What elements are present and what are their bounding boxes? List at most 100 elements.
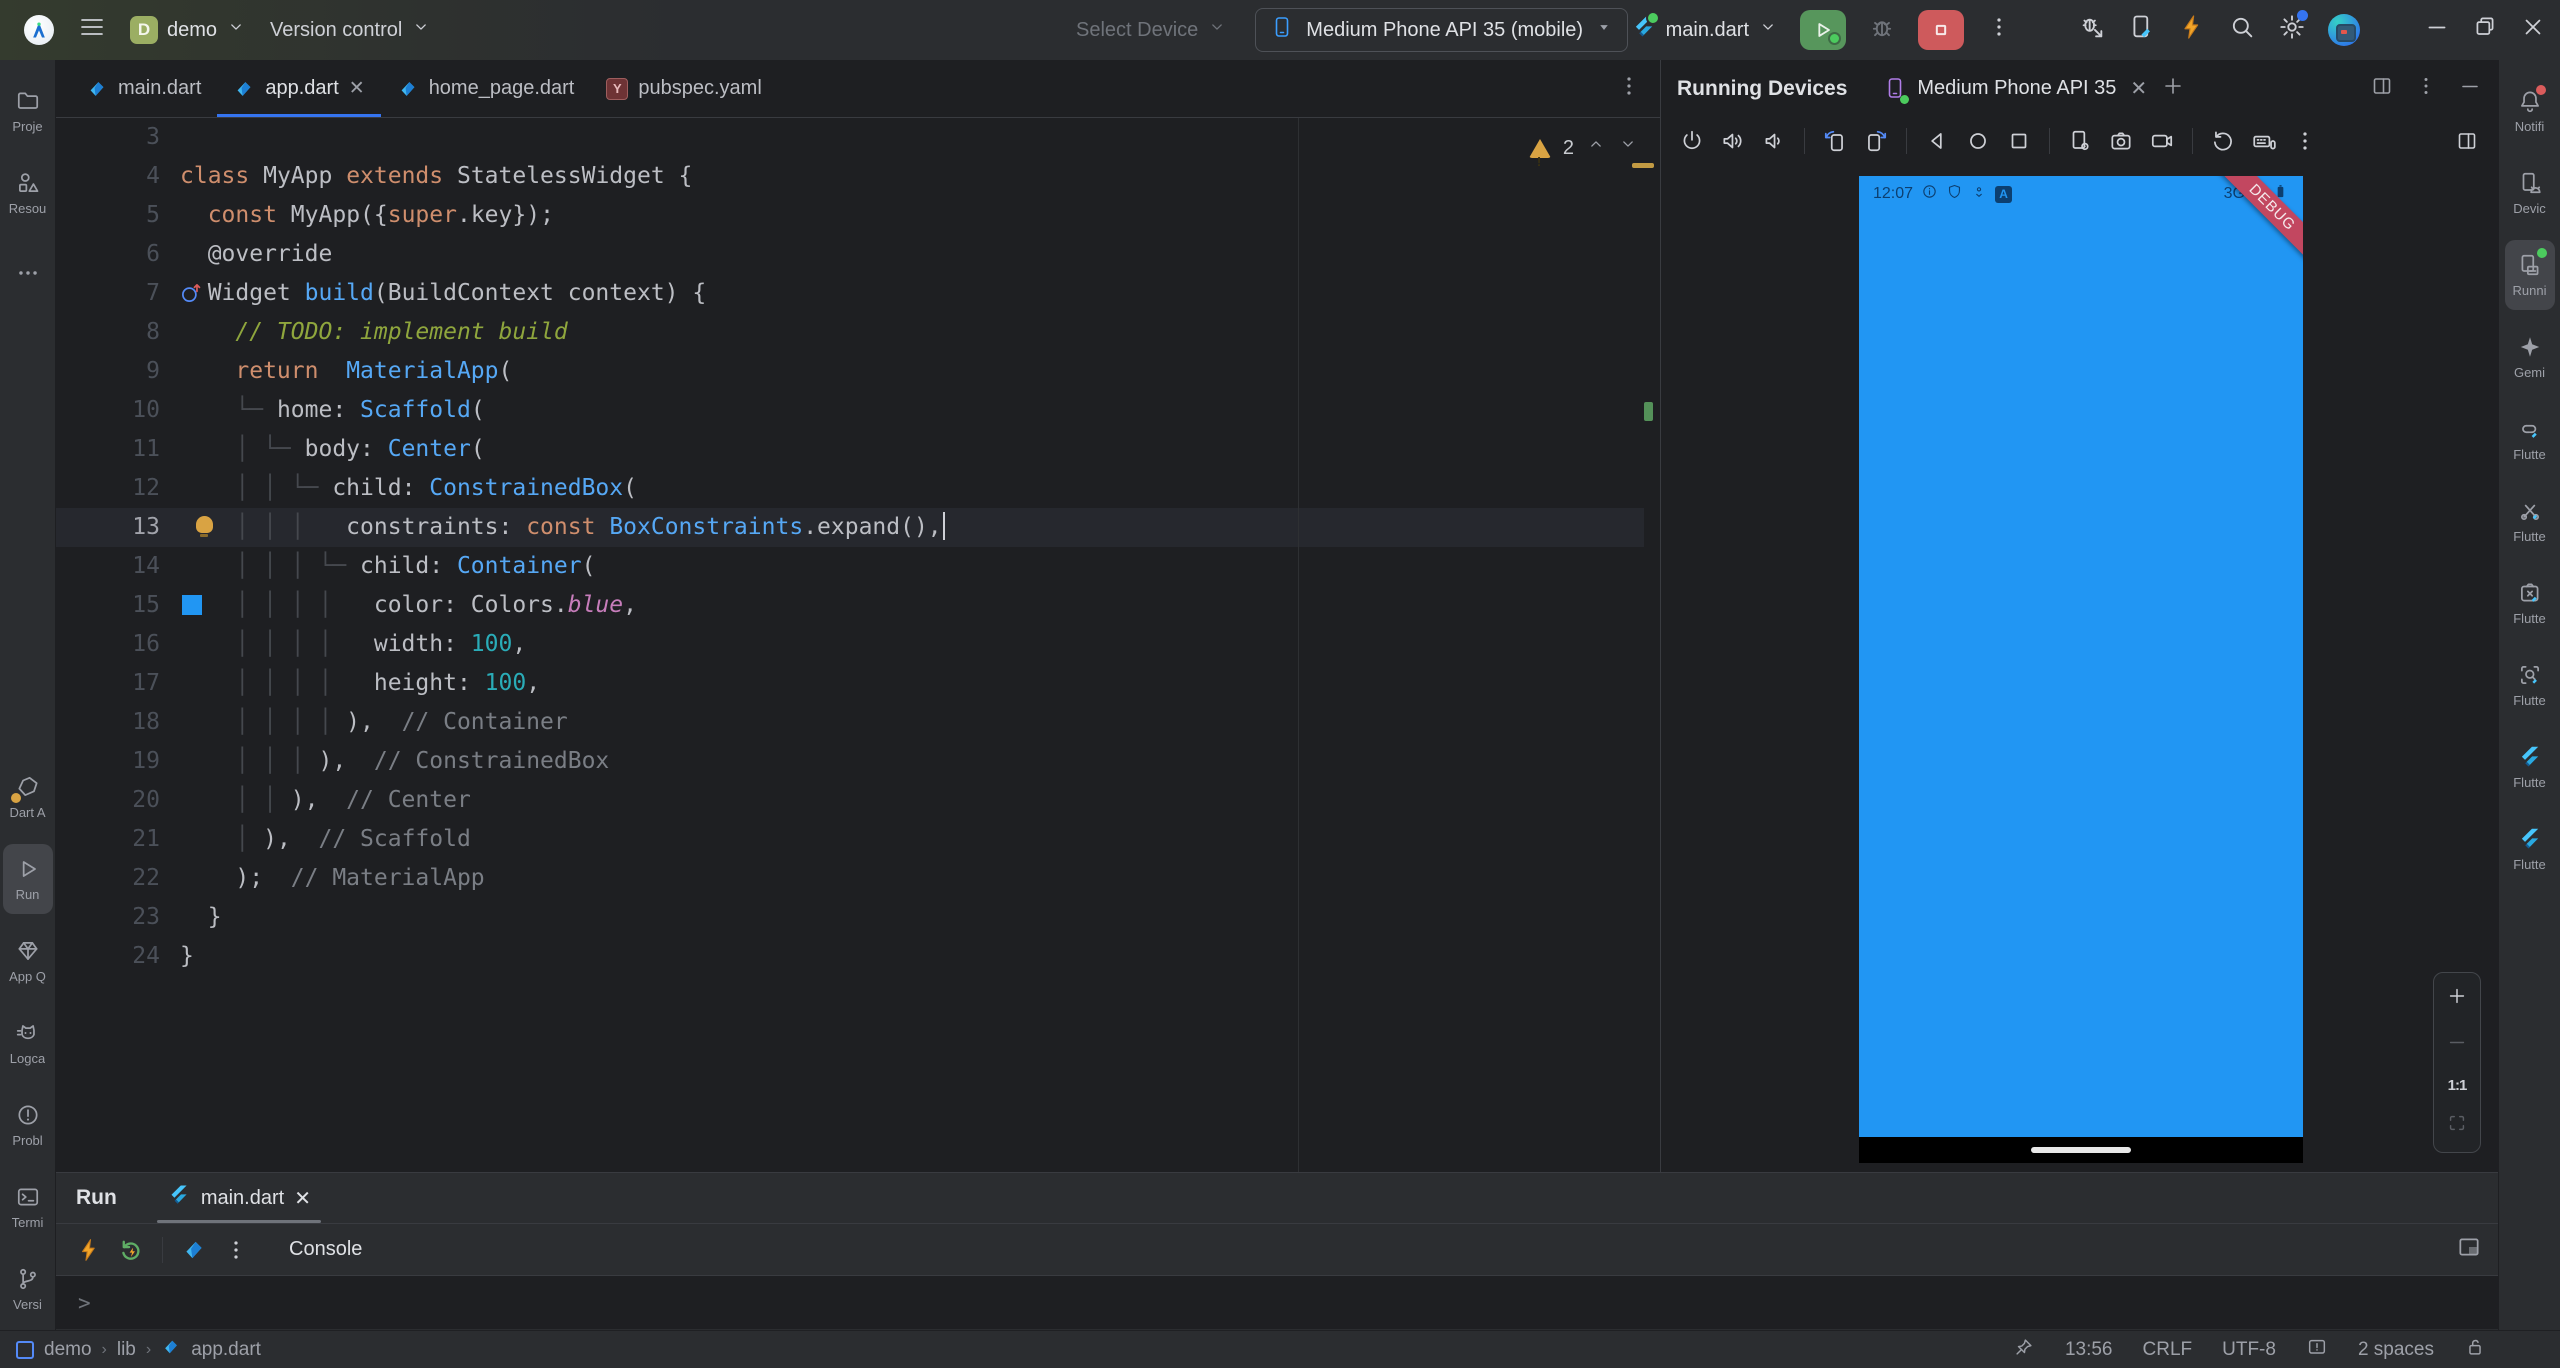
more-actions-button[interactable]: [1986, 14, 2012, 46]
editor-tab-app.dart[interactable]: app.dart✕: [217, 61, 380, 117]
restore-button[interactable]: [2472, 14, 2498, 46]
run-button[interactable]: [1800, 10, 1846, 50]
hardware-input-button[interactable]: [2247, 124, 2281, 158]
indent-setting[interactable]: 2 spaces: [2358, 1339, 2434, 1361]
flutter-attach-button[interactable]: [2128, 13, 2156, 47]
code-line-20[interactable]: 20 │ │ ), // Center: [56, 781, 1660, 820]
add-device-button[interactable]: [2161, 74, 2185, 104]
code-line-6[interactable]: 6 @override: [56, 235, 1660, 274]
code-line-22[interactable]: 22 ); // MaterialApp: [56, 859, 1660, 898]
tool-button-flutter-sidebar[interactable]: Flutte: [2505, 808, 2555, 890]
hot-restart-button[interactable]: [114, 1233, 148, 1267]
zoom-in-button[interactable]: [2446, 985, 2468, 1013]
overview-button[interactable]: [2002, 124, 2036, 158]
tool-button-flutter-packages[interactable]: Flutte: [2505, 562, 2555, 644]
close-icon[interactable]: ✕: [2130, 76, 2147, 101]
device-tab[interactable]: Medium Phone API 35 ✕: [1883, 76, 2147, 102]
code-line-8[interactable]: 8 // TODO: implement build: [56, 313, 1660, 352]
hot-reload-button[interactable]: [72, 1233, 106, 1267]
screen-record-button[interactable]: [2145, 124, 2179, 158]
main-menu-button[interactable]: [78, 13, 106, 47]
code-line-24[interactable]: 24}: [56, 937, 1660, 976]
run-tab[interactable]: main.dart ✕: [157, 1173, 321, 1223]
zoom-actual-button[interactable]: 1:1: [2448, 1077, 2467, 1094]
hide-panel-button[interactable]: [2458, 74, 2482, 104]
project-widget[interactable]: D demo: [130, 16, 246, 44]
gesture-pill[interactable]: [2031, 1147, 2131, 1153]
code-line-4[interactable]: 4class MyApp extends StatelessWidget {: [56, 157, 1660, 196]
dart-dev-tools-button[interactable]: [177, 1233, 211, 1267]
code-line-18[interactable]: 18 │ │ │ │ ), // Container: [56, 703, 1660, 742]
breadcrumb-dir[interactable]: lib: [117, 1339, 136, 1361]
home-circle-button[interactable]: [1961, 124, 1995, 158]
tool-button-app-quality[interactable]: App Q: [3, 920, 53, 1002]
flutter-app-screen[interactable]: 12:07 A 3G DEBUG: [1859, 176, 2303, 1137]
lock-icon[interactable]: [2464, 1336, 2486, 1364]
line-separator[interactable]: CRLF: [2143, 1339, 2193, 1361]
tool-button-gemini[interactable]: Gemi: [2505, 316, 2555, 398]
reset-button[interactable]: [2206, 124, 2240, 158]
select-device-widget[interactable]: Select Device: [1076, 17, 1227, 43]
stop-button[interactable]: [1918, 10, 1964, 50]
inspections-status-icon[interactable]: [2306, 1336, 2328, 1364]
tool-button-running-devices[interactable]: Runni: [2505, 240, 2555, 310]
avatar[interactable]: [2328, 14, 2360, 46]
code-line-15[interactable]: 15 │ │ │ │ color: Colors.blue,: [56, 586, 1660, 625]
tool-button-run[interactable]: Run: [3, 844, 53, 914]
editor-tab-main.dart[interactable]: main.dart: [70, 61, 217, 117]
layout-button[interactable]: [2370, 74, 2394, 104]
panel-options-button[interactable]: [2414, 74, 2438, 104]
file-encoding[interactable]: UTF-8: [2222, 1339, 2276, 1361]
tool-button-problems[interactable]: Probl: [3, 1084, 53, 1166]
more-v-button[interactable]: [2288, 124, 2322, 158]
zoom-fit-button[interactable]: [2446, 1112, 2468, 1140]
tool-button-device-manager[interactable]: Devic: [2505, 152, 2555, 234]
code-line-10[interactable]: 10 └─ home: Scaffold(: [56, 391, 1660, 430]
tool-button-dart-analysis[interactable]: Dart A: [3, 756, 53, 838]
console-output[interactable]: >: [56, 1276, 2498, 1329]
tool-button-flutter-performance[interactable]: Flutte: [2505, 480, 2555, 562]
code-line-17[interactable]: 17 │ │ │ │ height: 100,: [56, 664, 1660, 703]
zoom-out-button[interactable]: [2446, 1031, 2468, 1059]
debug-button[interactable]: [1868, 13, 1896, 47]
breadcrumb-project[interactable]: demo: [44, 1339, 92, 1361]
dock-panel-button[interactable]: [2456, 1234, 2482, 1266]
tool-button-flutter-deep-links[interactable]: Flutte: [2505, 398, 2555, 480]
rotate-left-button[interactable]: [1818, 124, 1852, 158]
tab-list-button[interactable]: [1616, 73, 1642, 105]
search-everywhere-button[interactable]: [2228, 13, 2256, 47]
close-icon[interactable]: ✕: [349, 79, 365, 98]
tool-button-project[interactable]: Proje: [3, 70, 53, 152]
editor-tab-pubspec.yaml[interactable]: Ypubspec.yaml: [590, 61, 777, 117]
code-line-23[interactable]: 23 }: [56, 898, 1660, 937]
device-selector[interactable]: Medium Phone API 35 (mobile): [1255, 8, 1628, 52]
code-line-13[interactable]: 13 │ │ │ constraints: const BoxConstrain…: [56, 508, 1644, 547]
device-frame-button[interactable]: [2450, 124, 2484, 158]
code-line-3[interactable]: 3: [56, 118, 1660, 157]
tool-button-flutter-outline[interactable]: Flutte: [2505, 726, 2555, 808]
close-icon[interactable]: ✕: [294, 1186, 311, 1211]
vcs-widget[interactable]: Version control: [270, 17, 431, 43]
code-line-19[interactable]: 19 │ │ │ ), // ConstrainedBox: [56, 742, 1660, 781]
code-line-12[interactable]: 12 │ │ └─ child: ConstrainedBox(: [56, 469, 1660, 508]
inspections-widget[interactable]: 2: [1529, 129, 1638, 168]
pin-icon[interactable]: [2013, 1336, 2035, 1364]
device-settings-button[interactable]: [2063, 124, 2097, 158]
hot-reload-button[interactable]: [2178, 13, 2206, 47]
code-line-16[interactable]: 16 │ │ │ │ width: 100,: [56, 625, 1660, 664]
settings-button[interactable]: [2278, 13, 2306, 47]
tool-button-version-control[interactable]: Versi: [3, 1248, 53, 1330]
power-button[interactable]: [1675, 124, 1709, 158]
code-line-9[interactable]: 9 return MaterialApp(: [56, 352, 1660, 391]
back-button[interactable]: [1920, 124, 1954, 158]
tool-button-notifications[interactable]: Notifi: [2505, 70, 2555, 152]
screenshot-button[interactable]: [2104, 124, 2138, 158]
cursor-position[interactable]: 13:56: [2065, 1339, 2113, 1361]
tool-button-logcat[interactable]: Logca: [3, 1002, 53, 1084]
code-line-11[interactable]: 11 │ └─ body: Center(: [56, 430, 1660, 469]
editor-tab-home_page.dart[interactable]: home_page.dart: [381, 61, 591, 117]
code-line-7[interactable]: 7 Widget build(BuildContext context) {: [56, 274, 1660, 313]
tool-button-more-tools[interactable]: [3, 234, 53, 316]
more-options-button[interactable]: [219, 1233, 253, 1267]
close-button[interactable]: [2520, 14, 2546, 46]
